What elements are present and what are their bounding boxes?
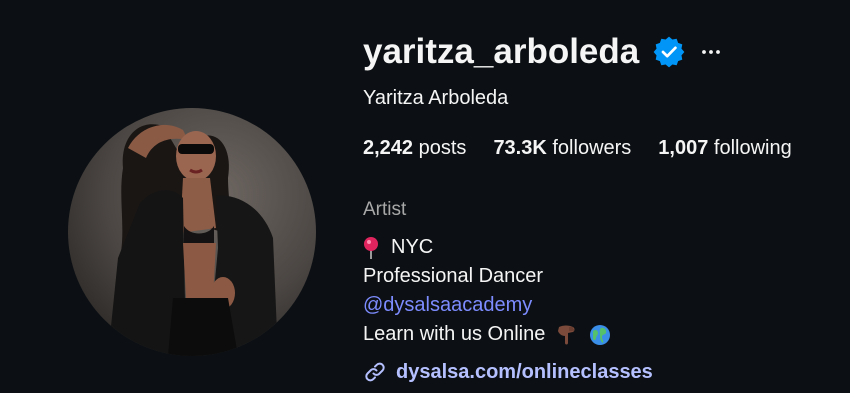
bio-location-line: NYC: [363, 233, 611, 262]
bio-line-4-text: Learn with us Online: [363, 323, 546, 345]
following-label: following: [713, 137, 792, 159]
more-options-icon[interactable]: [699, 40, 723, 64]
profile-category: Artist: [363, 199, 407, 220]
full-name: Yaritza Arboleda: [363, 87, 509, 109]
following-stat[interactable]: 1,007 following: [658, 137, 791, 160]
bio-line-2: Professional Dancer: [363, 265, 544, 287]
username: yaritza_arboleda: [363, 32, 640, 71]
following-count: 1,007: [658, 137, 709, 159]
profile-header: yaritza_arboleda Yaritza Arboleda 2,242 …: [0, 0, 850, 393]
bio-mention-link[interactable]: @dysalsaacademy: [363, 291, 532, 320]
posts-count: 2,242: [363, 137, 414, 159]
profile-avatar[interactable]: [68, 108, 316, 356]
bio: NYC Professional Dancer @dysalsaacademy …: [363, 233, 611, 349]
followers-count: 73.3K: [493, 137, 547, 159]
pointing-down-hand-icon: [555, 324, 579, 346]
profile-link-row: dysalsa.com/onlineclasses: [363, 357, 653, 387]
bio-mention-line: @dysalsaacademy: [363, 291, 611, 320]
posts-stat[interactable]: 2,242 posts: [363, 137, 466, 160]
verified-badge-icon: [653, 36, 685, 68]
bio-location: NYC: [391, 236, 434, 258]
round-pushpin-icon: [363, 236, 385, 260]
followers-stat[interactable]: 73.3K followers: [493, 137, 631, 160]
profile-website-link[interactable]: dysalsa.com/onlineclasses: [396, 361, 653, 384]
globe-icon: [589, 324, 611, 346]
followers-label: followers: [552, 137, 632, 159]
posts-label: posts: [418, 137, 467, 159]
username-row: yaritza_arboleda: [363, 30, 723, 74]
link-icon: [363, 360, 387, 384]
bio-line-4: Learn with us Online: [363, 320, 611, 349]
profile-stats: 2,242 posts 73.3K followers 1,007 follow…: [363, 137, 792, 160]
